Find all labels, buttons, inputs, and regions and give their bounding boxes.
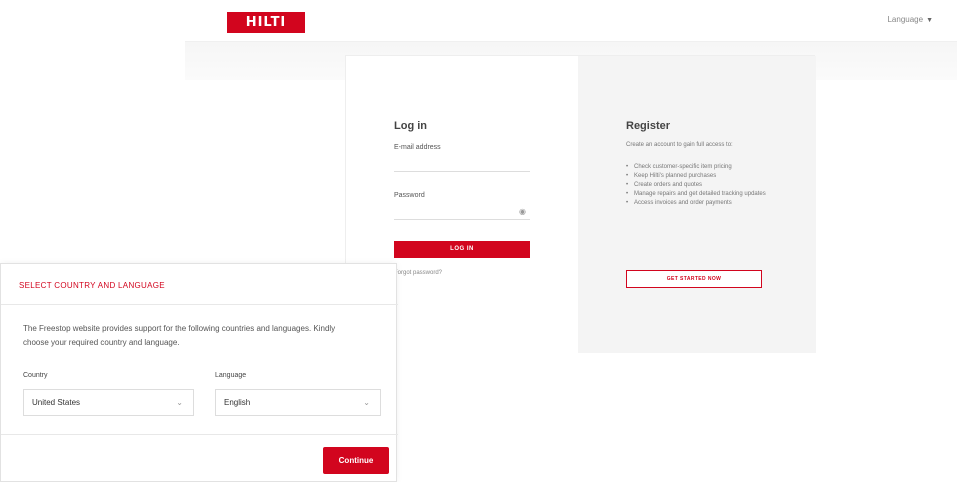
- list-item: Create orders and quotes: [626, 181, 766, 189]
- list-item: Check customer-specific item pricing: [626, 163, 766, 171]
- language-selector-label: Language: [887, 15, 924, 24]
- register-panel: Register Create an account to gain full …: [578, 56, 816, 353]
- language-label: Language: [215, 372, 247, 379]
- register-intro: Create an account to gain full access to…: [626, 142, 733, 148]
- divider: [1, 434, 398, 435]
- language-select-value: English: [224, 398, 251, 407]
- email-label: E-mail address: [394, 144, 441, 151]
- chevron-down-icon: ⌄: [363, 398, 370, 407]
- chevron-down-icon: ⌄: [176, 398, 183, 407]
- modal-description: The Freestop website provides support fo…: [23, 324, 336, 347]
- country-select-value: United States: [32, 398, 81, 407]
- email-field[interactable]: [394, 156, 530, 172]
- password-label: Password: [394, 192, 425, 199]
- auth-card: Log in E-mail address Password ◉ LOG IN …: [345, 55, 816, 353]
- country-select[interactable]: United States ⌄: [23, 389, 194, 416]
- login-button[interactable]: LOG IN: [394, 241, 530, 258]
- country-label: Country: [23, 372, 48, 379]
- register-benefits-list: Check customer-specific item pricing Kee…: [626, 163, 766, 208]
- hilti-logo[interactable]: HILTI: [227, 12, 305, 33]
- list-item: Manage repairs and get detailed tracking…: [626, 190, 766, 198]
- get-started-button[interactable]: GET STARTED NOW: [626, 270, 762, 288]
- list-item: Keep Hilti's planned purchases: [626, 172, 766, 180]
- chevron-down-icon: ▼: [926, 17, 933, 24]
- eye-icon[interactable]: ◉: [519, 207, 526, 216]
- top-navigation-bar: HILTI Language ▼: [185, 0, 957, 42]
- register-title: Register: [626, 120, 671, 132]
- language-select[interactable]: English ⌄: [215, 389, 381, 416]
- continue-button[interactable]: Continue: [323, 447, 389, 474]
- list-item: Access invoices and order payments: [626, 199, 766, 207]
- language-selector[interactable]: Language ▼: [887, 15, 933, 24]
- password-field[interactable]: ◉: [394, 204, 530, 220]
- login-title: Log in: [394, 120, 427, 132]
- forgot-password-link[interactable]: Forgot password?: [394, 270, 442, 276]
- divider: [1, 304, 398, 305]
- modal-title: SELECT COUNTRY AND LANGUAGE: [19, 281, 165, 290]
- country-language-modal: SELECT COUNTRY AND LANGUAGE The Freestop…: [0, 263, 398, 482]
